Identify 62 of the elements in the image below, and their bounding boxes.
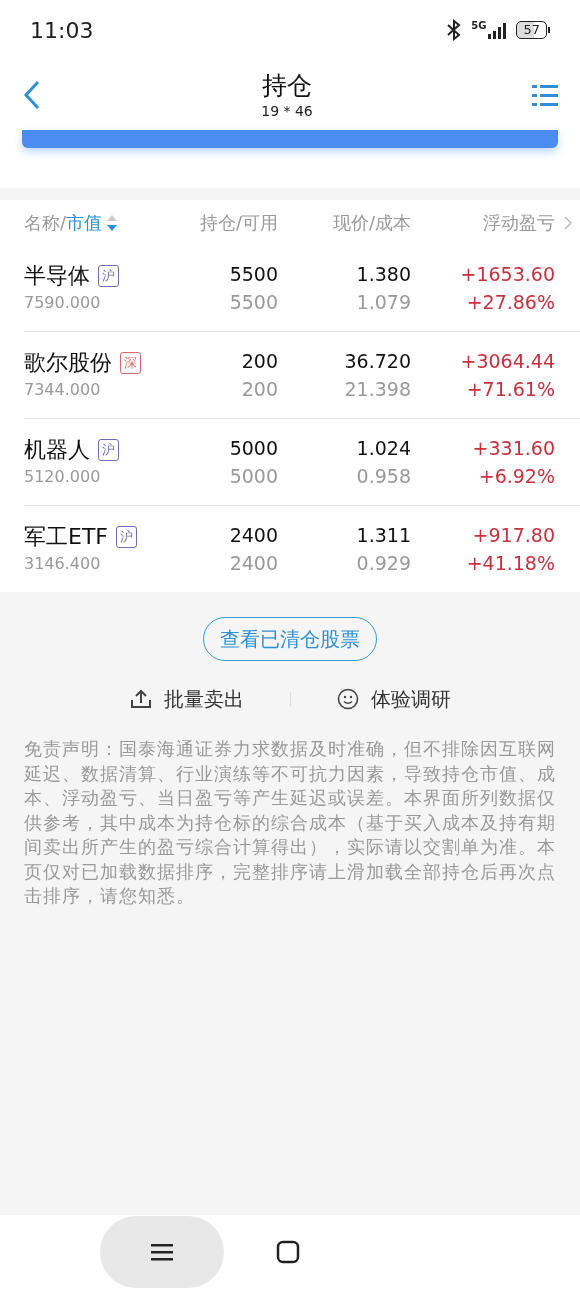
- column-header: 浮动盈亏: [482, 211, 555, 235]
- holding-row[interactable]: 军工ETF 沪 3146.400 2400 2400 1.311 0.929 +917.80 +41.18%: [0, 506, 580, 592]
- available: 5000: [229, 464, 278, 489]
- floating-pnl: +331.60: [472, 436, 555, 461]
- chevron-right-icon[interactable]: [564, 216, 572, 230]
- signal-icon: [488, 23, 509, 39]
- market-value: 7590.000: [24, 292, 102, 314]
- batch-sell-button[interactable]: 批量卖出: [129, 684, 244, 714]
- page-subtitle: 19 * 46: [261, 102, 313, 120]
- back-icon[interactable]: [22, 79, 42, 111]
- menu-icon: [151, 1243, 173, 1261]
- exchange-tag: 深: [120, 352, 141, 374]
- position: 5000: [229, 436, 278, 461]
- stock-name: 机器人: [24, 436, 90, 464]
- available: 5500: [229, 290, 278, 315]
- floating-pnl: +917.80: [472, 523, 555, 548]
- column-header: 名称/: [24, 211, 67, 235]
- stock-name: 歌尔股份: [24, 349, 112, 377]
- stock-name: 军工ETF: [24, 523, 108, 551]
- battery-indicator: 57: [516, 21, 547, 39]
- exchange-tag: 沪: [98, 265, 119, 287]
- pnl-percent: +27.86%: [466, 290, 555, 315]
- floating-pnl: +3064.44: [460, 349, 555, 374]
- position: 2400: [229, 523, 278, 548]
- price: 36.720: [344, 349, 411, 374]
- pnl-percent: +71.61%: [466, 377, 555, 402]
- smiley-icon: [336, 688, 359, 710]
- cost: 0.958: [356, 464, 411, 489]
- market-value: 7344.000: [24, 379, 102, 401]
- exchange-tag: 沪: [116, 526, 137, 548]
- available: 2400: [229, 551, 278, 576]
- disclaimer-text: 免责声明：国泰海通证券力求数据及时准确，但不排除因互联网延迟、数据清算、行业演练等不可抗力因素，导致持仓市值、成本、浮动盈亏、当日盈亏等产生延迟或误差。本界面所列数据仅供参考，其中成本为持仓标的综合成本（基于买入成本及持有期间卖出所产生的盈亏综合计算得出），实际请以交割单为准。本页仅对已加载数据排序，完整排序请上滑加载全部持仓后再次点击排序，请您知悉。: [24, 738, 557, 908]
- price: 1.311: [356, 523, 411, 548]
- pnl-percent: +41.18%: [466, 551, 555, 576]
- column-header: 现价/成本: [331, 211, 411, 235]
- network-label: 5G: [471, 21, 487, 31]
- holding-row[interactable]: 机器人 沪 5120.000 5000 5000 1.024 0.958 +331.60 +6.92%: [0, 419, 580, 505]
- cost: 21.398: [344, 377, 411, 402]
- cost: 0.929: [356, 551, 411, 576]
- list-menu-icon[interactable]: [532, 83, 558, 107]
- holding-row[interactable]: 歌尔股份 深 7344.000 200 200 36.720 21.398 +3064.44 +71.61%: [0, 332, 580, 418]
- available: 200: [241, 377, 278, 402]
- home-button-icon[interactable]: [276, 1240, 300, 1264]
- status-time: 11:03: [30, 16, 94, 45]
- stock-name: 半导体: [24, 262, 90, 290]
- position: 5500: [229, 262, 278, 287]
- position: 200: [241, 349, 278, 374]
- cost: 1.079: [356, 290, 411, 315]
- price: 1.380: [356, 262, 411, 287]
- column-header: 持仓/可用: [198, 211, 278, 235]
- exchange-tag: 沪: [98, 439, 119, 461]
- sort-icon[interactable]: [106, 213, 119, 232]
- holding-row[interactable]: 半导体 沪 7590.000 5500 5500 1.380 1.079 +1653.60 +27.86%: [0, 245, 580, 331]
- survey-button[interactable]: 体验调研: [336, 684, 451, 714]
- price: 1.024: [356, 436, 411, 461]
- floating-pnl: +1653.60: [460, 262, 555, 287]
- pnl-percent: +6.92%: [478, 464, 555, 489]
- upload-icon: [129, 689, 152, 709]
- market-value: 5120.000: [24, 466, 102, 488]
- sort-header[interactable]: 市值: [66, 209, 103, 236]
- market-value: 3146.400: [24, 553, 102, 575]
- page-title: 持仓: [262, 70, 312, 102]
